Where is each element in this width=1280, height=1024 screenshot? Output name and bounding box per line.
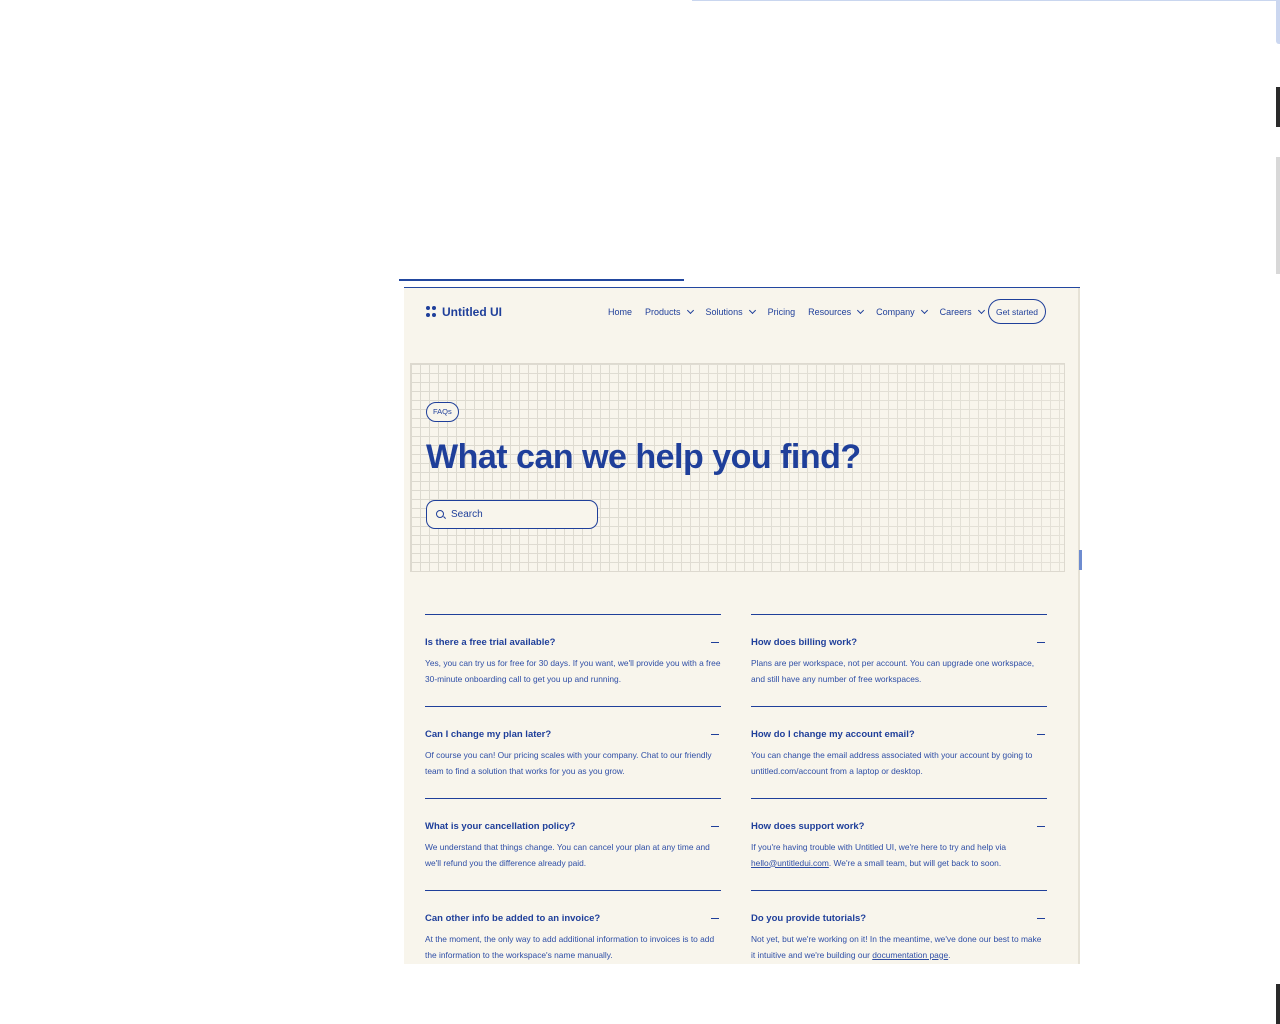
nav-link-company[interactable]: Company: [876, 306, 928, 317]
faq-item: What is your cancellation policy? We unde…: [425, 798, 721, 890]
chevron-down-icon: [686, 306, 694, 315]
scrollbar-thumb[interactable]: [1276, 157, 1280, 274]
faq-question[interactable]: Is there a free trial available?: [425, 637, 555, 648]
minus-icon[interactable]: [711, 826, 719, 828]
nav-link-pricing[interactable]: Pricing: [768, 307, 796, 317]
browser-top-bar: [692, 0, 1280, 1]
nav-link-solutions[interactable]: Solutions: [706, 306, 756, 317]
faq-item: Do you provide tutorials? Not yet, but we…: [751, 890, 1047, 964]
faq-answer: You can change the email address associa…: [751, 750, 1033, 776]
chevron-down-icon: [748, 306, 756, 315]
faq-item: Can I change my plan later? Of course you…: [425, 706, 721, 798]
faq-item: How does billing work? Plans are per work…: [751, 614, 1047, 706]
minus-icon[interactable]: [711, 918, 719, 920]
faq-item: How does support work? If you're having t…: [751, 798, 1047, 890]
nav-link-home[interactable]: Home: [608, 307, 632, 317]
chevron-down-icon: [857, 306, 865, 315]
faq-answer-link[interactable]: hello@untitledui.com: [751, 858, 829, 868]
minus-icon[interactable]: [1037, 734, 1045, 736]
faq-question[interactable]: Do you provide tutorials?: [751, 913, 866, 924]
search-box[interactable]: [426, 500, 598, 529]
faq-answer: At the moment, the only way to add addit…: [425, 934, 715, 960]
minus-icon[interactable]: [1037, 826, 1045, 828]
page-preview: Untitled UI Home Products Solutions Pricing…: [404, 288, 1078, 964]
scroll-marker: [1276, 87, 1280, 127]
search-input[interactable]: [451, 509, 581, 520]
page-title: What can we help you find?: [426, 438, 861, 476]
faq-answer: Yes, you can try us for free for 30 days…: [425, 658, 721, 684]
faq-question[interactable]: How do I change my account email?: [751, 729, 915, 740]
chevron-down-icon: [977, 306, 985, 315]
faq-answer-link[interactable]: documentation page: [872, 950, 948, 960]
faq-answer: If you're having trouble with Untitled U…: [751, 842, 1007, 868]
faq-question[interactable]: How does support work?: [751, 821, 864, 832]
top-navigation: Untitled UI Home Products Solutions Pricing…: [404, 288, 1078, 336]
loading-progress-bar: [399, 279, 684, 281]
nav-link-careers[interactable]: Careers: [940, 306, 985, 317]
faq-item: Can other info be added to an invoice? At…: [425, 890, 721, 964]
hero-section: FAQs What can we help you find?: [410, 363, 1065, 572]
faq-column-right: How does billing work? Plans are per work…: [751, 614, 1047, 964]
nav-link-products[interactable]: Products: [645, 306, 694, 317]
nav-link-resources[interactable]: Resources: [808, 306, 865, 317]
chevron-down-icon: [920, 306, 928, 315]
faq-answer: Of course you can! Our pricing scales wi…: [425, 750, 712, 776]
side-tab: [1276, 0, 1280, 44]
faq-answer: Not yet, but we're working on it! In the…: [751, 934, 1042, 960]
faq-question[interactable]: What is your cancellation policy?: [425, 821, 575, 832]
brand-name: Untitled UI: [442, 305, 502, 319]
search-icon: [436, 509, 446, 520]
faqs-badge: FAQs: [426, 402, 459, 422]
faq-answer: We understand that things change. You ca…: [425, 842, 710, 868]
faq-question[interactable]: How does billing work?: [751, 637, 857, 648]
edge-tick: [1079, 550, 1082, 570]
faq-item: How do I change my account email? You can…: [751, 706, 1047, 798]
logo-icon: [426, 305, 436, 319]
minus-icon[interactable]: [1037, 642, 1045, 644]
scroll-marker: [1276, 984, 1280, 1024]
minus-icon[interactable]: [711, 642, 719, 644]
nav-links: Home Products Solutions Pricing Resources Com…: [608, 306, 985, 317]
faq-question[interactable]: Can I change my plan later?: [425, 729, 551, 740]
faq-question[interactable]: Can other info be added to an invoice?: [425, 913, 600, 924]
faq-item: Is there a free trial available? Yes, you…: [425, 614, 721, 706]
brand-logo[interactable]: Untitled UI: [426, 305, 502, 319]
faq-answer: Plans are per workspace, not per account…: [751, 658, 1035, 684]
faq-column-left: Is there a free trial available? Yes, you…: [425, 614, 721, 964]
frame-edge: [1078, 288, 1080, 964]
get-started-button[interactable]: Get started: [988, 299, 1046, 324]
minus-icon[interactable]: [711, 734, 719, 736]
minus-icon[interactable]: [1037, 918, 1045, 920]
